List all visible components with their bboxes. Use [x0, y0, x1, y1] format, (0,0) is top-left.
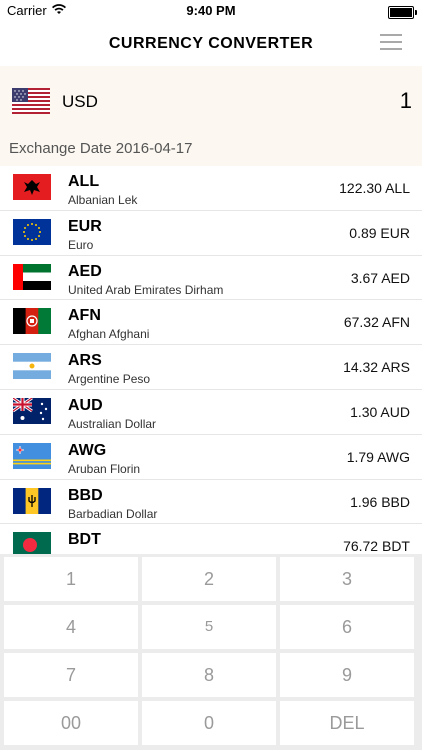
exchange-date: Exchange Date 2016-04-17	[9, 140, 193, 157]
currency-value: 14.32 ARS	[343, 359, 410, 376]
nav-bar: CURRENCY CONVERTER	[0, 22, 422, 66]
key-9[interactable]: 9	[280, 653, 414, 697]
currency-row-aed[interactable]: AED United Arab Emirates Dirham 3.67 AED	[0, 256, 422, 301]
key-8[interactable]: 8	[142, 653, 276, 697]
currency-name: Barbadian Dollar	[68, 506, 158, 521]
key-0[interactable]: 0	[142, 701, 276, 745]
albania-flag-icon	[13, 174, 51, 200]
currency-row-ars[interactable]: ARS Argentine Peso 14.32 ARS	[0, 345, 422, 390]
australia-flag-icon	[13, 397, 51, 424]
currency-value: 76.72 BDT	[343, 538, 410, 554]
currency-list[interactable]: ALL Albanian Lek 122.30 ALL EUR Euro 0.8…	[0, 166, 422, 554]
currency-name: Euro	[68, 237, 94, 252]
currency-code: AUD	[68, 396, 103, 414]
page-title: CURRENCY CONVERTER	[108, 35, 314, 52]
barbados-flag-icon	[13, 487, 51, 514]
clock: 9:40 PM	[186, 3, 236, 18]
currency-code: BDT	[68, 531, 101, 549]
aruba-flag-icon	[13, 442, 51, 469]
key-2[interactable]: 2	[142, 557, 276, 601]
currency-row-awg[interactable]: AWG Aruban Florin 1.79 AWG	[0, 435, 422, 480]
currency-code: AWG	[68, 441, 107, 459]
argentina-flag-icon	[13, 353, 51, 380]
numeric-keypad: 1 2 3 4 5 6 7 8 9 00 0 DEL	[0, 554, 422, 750]
key-00[interactable]: 00	[4, 701, 138, 745]
currency-value: 122.30 ALL	[339, 180, 410, 196]
currency-value: 1.30 AUD	[350, 403, 410, 420]
uae-flag-icon	[13, 263, 51, 290]
currency-value: 67.32 AFN	[343, 314, 410, 331]
key-1[interactable]: 1	[4, 557, 138, 601]
base-currency-panel[interactable]: USD 1 Exchange Date 2016-04-17	[0, 66, 422, 166]
key-7[interactable]: 7	[4, 653, 138, 697]
currency-code: ALL	[68, 173, 100, 190]
eu-flag-icon	[13, 218, 51, 245]
base-amount: 1	[399, 88, 412, 113]
delete-button[interactable]: DEL	[280, 701, 414, 745]
currency-row-all[interactable]: ALL Albanian Lek 122.30 ALL	[0, 166, 422, 211]
currency-code: ARS	[68, 352, 102, 370]
currency-row-afn[interactable]: AFN Afghan Afghani 67.32 AFN	[0, 300, 422, 346]
bangladesh-flag-icon	[13, 532, 51, 554]
currency-code: BBD	[68, 486, 103, 504]
currency-name: Aruban Florin	[68, 461, 141, 476]
currency-row-eur[interactable]: EUR Euro 0.89 EUR	[0, 211, 422, 256]
key-5[interactable]: 5	[142, 605, 276, 649]
us-flag-icon	[12, 88, 50, 114]
key-3[interactable]: 3	[280, 557, 414, 601]
base-currency-code: USD	[62, 92, 98, 111]
currency-code: AFN	[68, 307, 101, 325]
menu-icon[interactable]	[380, 34, 402, 52]
currency-row-bdt[interactable]: BDT 76.72 BDT	[0, 524, 422, 554]
currency-row-aud[interactable]: AUD Australian Dollar 1.30 AUD	[0, 390, 422, 435]
battery-icon	[388, 6, 417, 19]
key-4[interactable]: 4	[4, 605, 138, 649]
currency-value: 0.89 EUR	[349, 224, 410, 241]
currency-name: Afghan Afghani	[68, 327, 150, 342]
currency-row-bbd[interactable]: BBD Barbadian Dollar 1.96 BBD	[0, 480, 422, 525]
afghanistan-flag-icon	[13, 308, 51, 335]
currency-value: 1.79 AWG	[346, 448, 410, 465]
currency-code: EUR	[68, 217, 102, 235]
currency-value: 3.67 AED	[350, 269, 410, 286]
currency-value: 1.96 BBD	[350, 493, 410, 510]
key-6[interactable]: 6	[280, 605, 414, 649]
currency-name: Australian Dollar	[68, 416, 157, 431]
status-bar: Carrier 9:40 PM	[0, 0, 422, 22]
currency-name: Argentine Peso	[68, 372, 151, 387]
currency-code: AED	[68, 262, 102, 280]
currency-name: Albanian Lek	[68, 193, 138, 207]
currency-name: United Arab Emirates Dirham	[68, 282, 224, 297]
